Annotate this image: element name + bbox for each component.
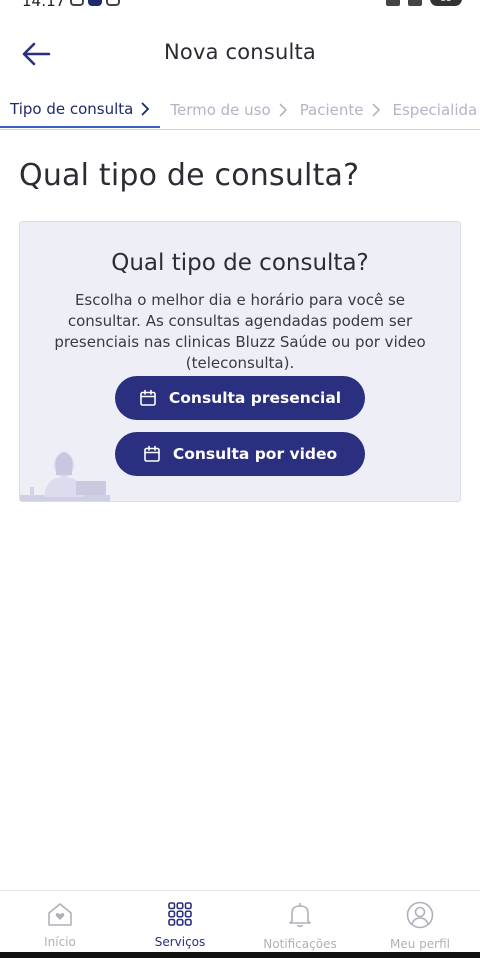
mute-icon <box>386 0 400 6</box>
system-navigation-bar <box>0 952 480 958</box>
chevron-right-icon <box>141 102 150 116</box>
bottom-navigation: Início Serviços Notificações Meu perfil <box>0 890 480 952</box>
battery-icon: 83 <box>430 0 462 6</box>
nav-label: Serviços <box>154 935 206 949</box>
status-time: 14:17 <box>22 0 66 10</box>
nav-item-servicos[interactable]: Serviços <box>120 891 240 952</box>
user-icon <box>406 901 434 929</box>
status-bar: 14:17 83 <box>0 0 480 10</box>
status-system-icons: 83 <box>386 0 462 6</box>
card-title: Qual tipo de consulta? <box>111 250 369 276</box>
nav-label: Notificações <box>263 937 337 951</box>
nav-item-inicio[interactable]: Início <box>0 891 120 952</box>
bell-icon <box>289 903 311 928</box>
app-notification-icon <box>88 0 102 6</box>
nav-label: Início <box>44 935 76 949</box>
card-description: Escolha o melhor dia e horário para você… <box>54 291 426 372</box>
button-label: Consulta por video <box>172 445 338 463</box>
step-termo-de-uso[interactable]: Termo de uso <box>160 92 289 128</box>
home-heart-icon <box>48 903 72 926</box>
consulta-type-card: Qual tipo de consulta? Escolha o melhor … <box>19 221 461 502</box>
signal-icon <box>408 0 422 6</box>
grid-icon <box>168 902 192 926</box>
doctor-illustration <box>20 452 110 501</box>
page-title: Qual tipo de consulta? <box>19 158 360 193</box>
nav-item-meu-perfil[interactable]: Meu perfil <box>360 891 480 952</box>
whatsapp-icon <box>106 0 120 6</box>
step-tipo-de-consulta[interactable]: Tipo de consulta <box>0 92 161 128</box>
chevron-right-icon <box>279 103 288 117</box>
step-label: Especialida <box>392 101 478 119</box>
notification-icon <box>70 0 84 6</box>
step-paciente[interactable]: Paciente <box>290 92 383 128</box>
nav-item-notificacoes[interactable]: Notificações <box>240 891 360 952</box>
nav-label: Meu perfil <box>390 937 450 951</box>
chevron-right-icon <box>372 103 381 117</box>
step-label: Tipo de consulta <box>10 100 134 118</box>
consulta-por-video-button[interactable]: Consulta por video <box>115 432 365 476</box>
step-especialidade[interactable]: Especialida <box>383 92 478 128</box>
consulta-presencial-button[interactable]: Consulta presencial <box>115 376 365 420</box>
calendar-icon <box>144 445 160 462</box>
app-header: Nova consulta <box>0 20 480 88</box>
status-notification-icons <box>70 0 120 6</box>
page-header-title: Nova consulta <box>163 40 317 64</box>
calendar-icon <box>140 389 156 406</box>
stepper: Tipo de consulta Termo de uso Paciente E… <box>0 92 480 130</box>
step-label: Paciente <box>299 101 364 119</box>
button-label: Consulta presencial <box>168 389 342 407</box>
step-label: Termo de uso <box>170 101 271 119</box>
